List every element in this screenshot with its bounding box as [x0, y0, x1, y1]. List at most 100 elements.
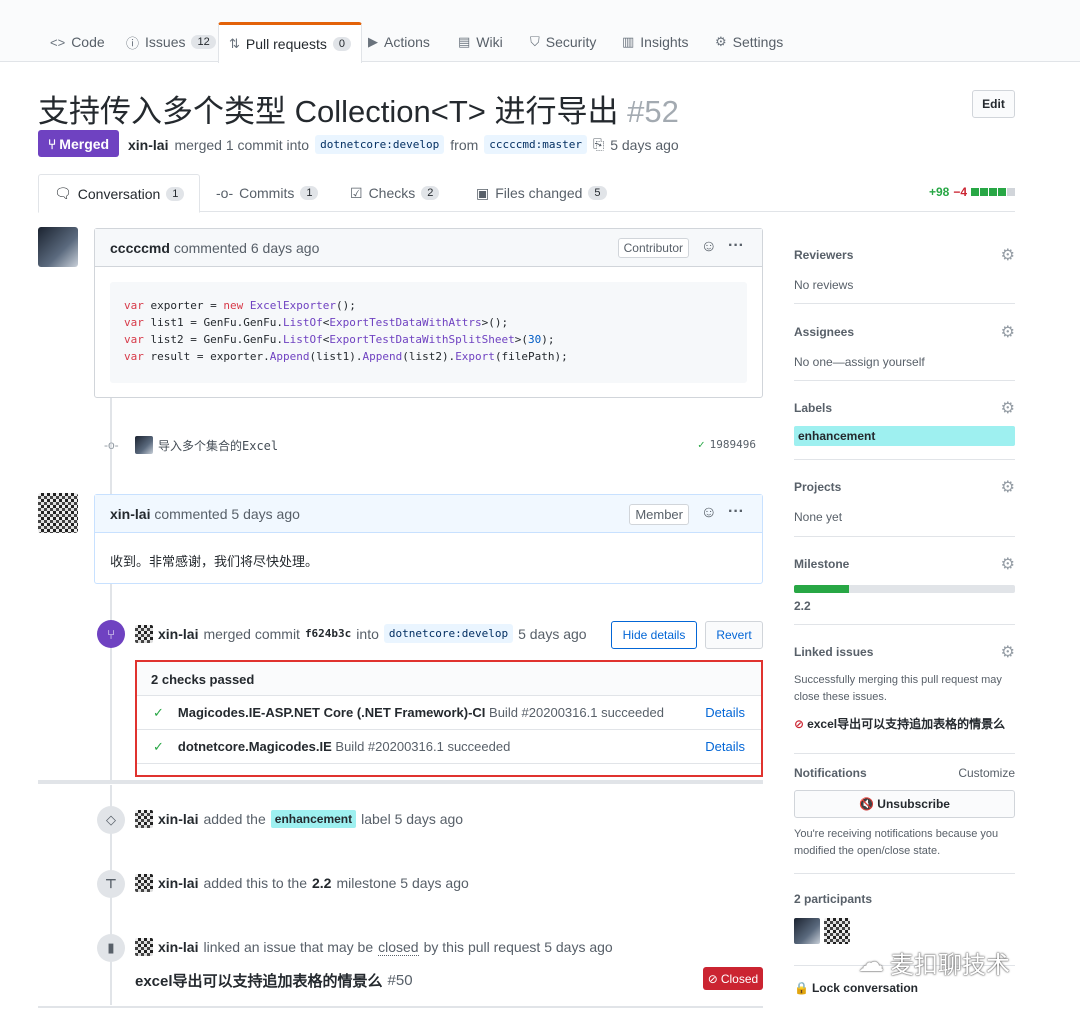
comment-author[interactable]: cccccmd: [110, 240, 170, 256]
base-branch[interactable]: dotnetcore:develop: [383, 624, 514, 643]
tab-actions[interactable]: ▶ Actions: [358, 22, 440, 62]
sidebar-reviewers: Reviewers ⚙ No reviews: [794, 245, 1015, 292]
merge-icon: ⑂: [97, 620, 125, 648]
tab-checks[interactable]: ☑ Checks 2: [350, 174, 440, 212]
tab-insights[interactable]: ▥ Insights: [612, 22, 699, 62]
event-author[interactable]: xin-lai: [158, 811, 198, 827]
sidebar-participants: 2 participants: [794, 892, 1015, 944]
clipboard-icon[interactable]: ⎘: [593, 136, 604, 153]
avatar[interactable]: [135, 624, 153, 643]
linked-issue-link[interactable]: ⊘ excel导出可以支持追加表格的情景么: [794, 715, 1015, 732]
label-pill[interactable]: enhancement: [794, 426, 1015, 446]
comment-author[interactable]: xin-lai: [110, 506, 150, 522]
watermark: ☁ 麦扣聊技术: [858, 945, 1010, 980]
unsubscribe-button[interactable]: 🔇 Unsubscribe: [794, 790, 1015, 818]
linked-issue-title[interactable]: excel导出可以支持追加表格的情景么: [807, 715, 1005, 732]
tab-label: Issues: [145, 34, 186, 50]
event-text: label 5 days ago: [361, 811, 464, 827]
graph-icon: ▥: [622, 34, 635, 49]
milestone-progress: [794, 585, 1015, 593]
author-link[interactable]: xin-lai: [128, 137, 168, 153]
merge-sha[interactable]: f624b3c: [305, 627, 351, 640]
milestone-link[interactable]: 2.2: [312, 875, 331, 891]
hide-details-button[interactable]: Hide details: [611, 621, 697, 649]
commit-icon: -o-: [216, 185, 234, 201]
code-line: var result = exporter.Append(list1).Appe…: [124, 350, 568, 363]
code-icon: <>: [50, 34, 66, 50]
tab-issues[interactable]: ⓘ Issues 12: [116, 22, 226, 62]
lock-icon: 🔒: [794, 981, 809, 995]
diffstat-removed: −4: [953, 185, 967, 199]
diffstat-bar: [971, 188, 1015, 196]
avatar[interactable]: [794, 918, 820, 944]
gear-icon[interactable]: ⚙: [1001, 245, 1015, 265]
customize-link[interactable]: Customize: [958, 766, 1015, 780]
assign-yourself-link[interactable]: No one—assign yourself: [794, 355, 1015, 369]
check-icon: ✓: [153, 704, 164, 720]
closed-badge: ⊘ Closed: [703, 967, 763, 990]
gear-icon[interactable]: ⚙: [1001, 398, 1015, 418]
kebab-icon[interactable]: ···: [728, 503, 744, 521]
avatar[interactable]: [135, 938, 153, 956]
code-line: var exporter = new ExcelExporter();: [124, 299, 356, 312]
edit-button[interactable]: Edit: [972, 90, 1015, 118]
revert-button[interactable]: Revert: [705, 621, 763, 649]
closed-word[interactable]: closed: [378, 939, 419, 956]
event-author[interactable]: xin-lai: [158, 939, 198, 955]
check-row: ✓ dotnetcore.Magicodes.IE Build #2020031…: [137, 730, 761, 764]
tab-security[interactable]: ⛉ Security: [520, 22, 606, 62]
gear-icon[interactable]: ⚙: [1001, 477, 1015, 497]
details-link[interactable]: Details: [705, 739, 745, 754]
kebab-icon[interactable]: ···: [728, 237, 744, 255]
tab-label: Actions: [384, 34, 430, 50]
lock-conversation-link[interactable]: 🔒 Lock conversation: [794, 981, 1015, 995]
avatar[interactable]: [38, 227, 78, 267]
details-link[interactable]: Details: [705, 705, 745, 720]
label-pill[interactable]: enhancement: [270, 810, 357, 828]
avatar[interactable]: [135, 874, 153, 892]
tab-pull-requests[interactable]: ⇅ Pull requests 0: [218, 22, 362, 63]
code-line: var list1 = GenFu.GenFu.ListOf<ExportTes…: [124, 316, 509, 329]
smiley-icon[interactable]: ☺: [701, 238, 717, 256]
avatar[interactable]: [824, 918, 850, 944]
tab-settings[interactable]: ⚙ Settings: [705, 22, 793, 62]
tab-conversation[interactable]: 🗨 Conversation 1: [38, 174, 201, 213]
sidebar-labels: Labels ⚙ enhancement: [794, 398, 1015, 446]
check-status: Build #20200316.1 succeeded: [489, 705, 664, 720]
tab-label: Files changed: [495, 185, 583, 201]
head-branch[interactable]: cccccmd:master: [484, 135, 588, 154]
avatar[interactable]: [38, 493, 78, 533]
comment-time: commented 6 days ago: [173, 239, 320, 256]
smiley-icon[interactable]: ☺: [701, 504, 717, 522]
event-author[interactable]: xin-lai: [158, 875, 198, 891]
commit-message[interactable]: 导入多个集合的Excel: [158, 437, 278, 454]
shield-icon: ⛉: [530, 34, 540, 49]
tab-wiki[interactable]: ▤ Wiki: [448, 22, 513, 62]
tab-commits[interactable]: -o- Commits 1: [216, 174, 319, 212]
commit-sha[interactable]: 1989496: [710, 438, 756, 451]
gear-icon[interactable]: ⚙: [1001, 642, 1015, 662]
event-author[interactable]: xin-lai: [158, 626, 198, 642]
comment-header: cccccmd commented 6 days ago Contributor…: [95, 229, 762, 267]
link-event: xin-lai linked an issue that may be clos…: [135, 938, 613, 956]
tab-files-changed[interactable]: ▣ Files changed 5: [476, 174, 607, 212]
tab-count: 5: [588, 186, 607, 200]
code-block: var exporter = new ExcelExporter(); var l…: [110, 282, 747, 383]
comment-body: 收到。非常感谢，我们将尽快处理。: [110, 554, 319, 569]
pull-request-icon: ⇅: [229, 36, 240, 51]
avatar[interactable]: [135, 436, 153, 454]
tab-label: Pull requests: [245, 36, 327, 52]
tab-code[interactable]: <> Code: [40, 22, 115, 62]
file-diff-icon: ▣: [476, 184, 490, 201]
milestone-name[interactable]: 2.2: [794, 599, 1015, 613]
base-branch[interactable]: dotnetcore:develop: [315, 135, 445, 154]
linked-issue[interactable]: excel导出可以支持追加表格的情景么 #50: [135, 970, 413, 991]
divider: [794, 303, 1015, 304]
gear-icon[interactable]: ⚙: [1001, 322, 1015, 342]
event-text: added the: [203, 811, 266, 827]
merge-event: xin-lai merged commit f624b3c into dotne…: [135, 624, 587, 643]
issue-title[interactable]: excel导出可以支持追加表格的情景么: [135, 970, 383, 991]
gear-icon[interactable]: ⚙: [1001, 554, 1015, 574]
avatar[interactable]: [135, 810, 153, 828]
tab-count: 1: [166, 186, 185, 201]
